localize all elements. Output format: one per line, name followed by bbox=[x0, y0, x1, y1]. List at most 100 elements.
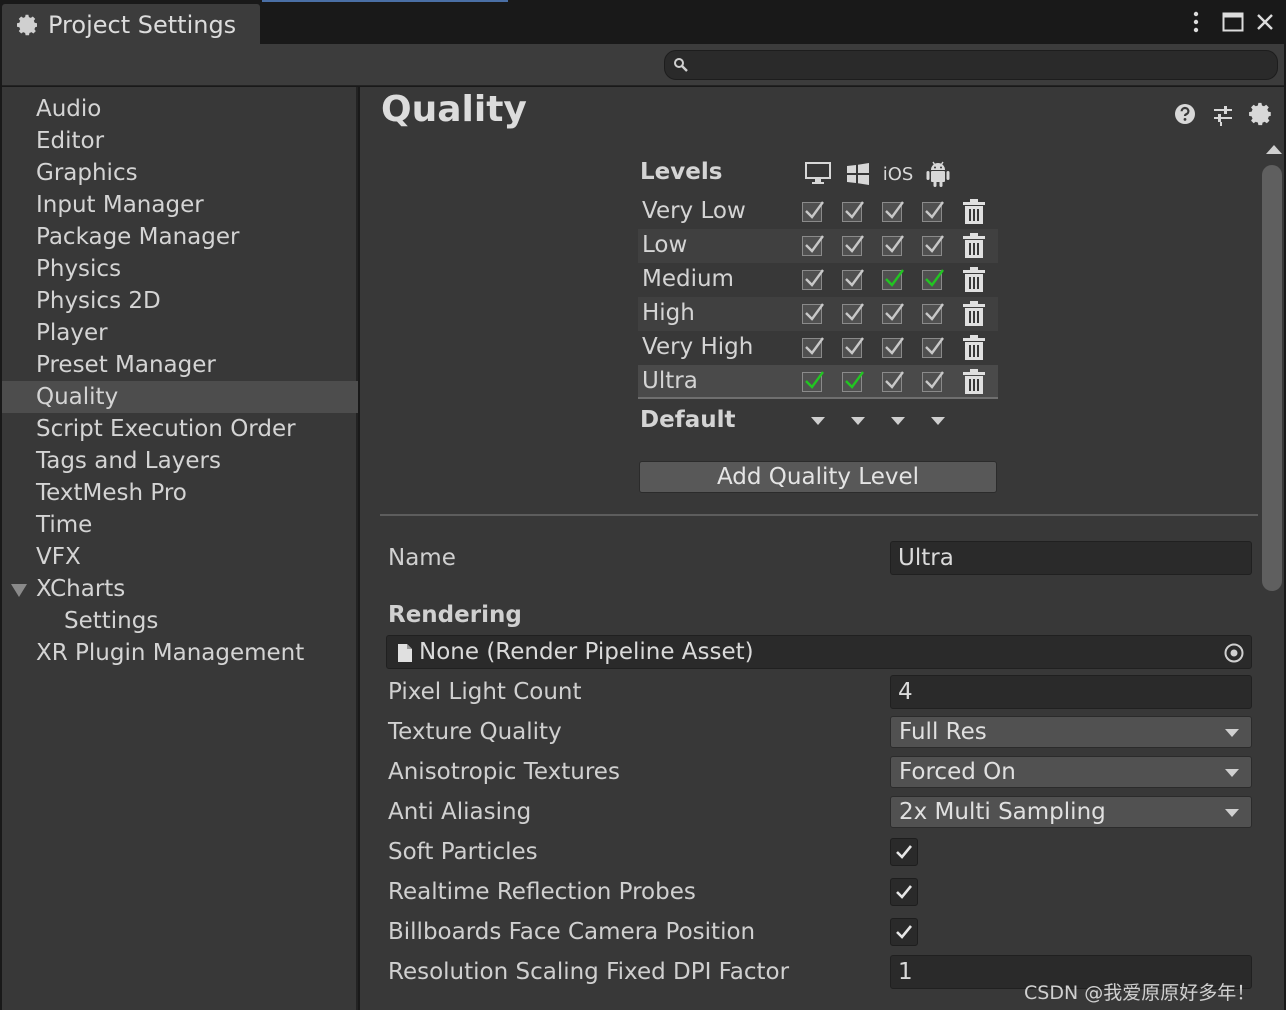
quality-level-row[interactable]: Medium bbox=[638, 263, 998, 297]
platform-level-checkbox[interactable] bbox=[802, 235, 824, 256]
sidebar-item-xr-plugin-management[interactable]: XR Plugin Management bbox=[2, 637, 358, 669]
platform-level-checkbox[interactable] bbox=[882, 235, 904, 256]
default-dropdown-windows[interactable] bbox=[851, 417, 865, 425]
platform-level-checkbox[interactable] bbox=[842, 337, 864, 358]
anti-aliasing-dropdown[interactable]: 2x Multi Sampling bbox=[890, 796, 1252, 828]
platform-level-checkbox[interactable] bbox=[882, 337, 904, 358]
close-icon[interactable] bbox=[1252, 8, 1278, 36]
maximize-icon[interactable] bbox=[1220, 8, 1246, 36]
trash-icon[interactable] bbox=[962, 301, 986, 327]
checkmark-icon bbox=[896, 885, 913, 899]
kebab-menu-icon[interactable] bbox=[1184, 8, 1208, 36]
sidebar-item-physics[interactable]: Physics bbox=[2, 253, 358, 285]
search-icon bbox=[674, 58, 688, 72]
checkmark-icon bbox=[925, 371, 944, 389]
scroll-up-arrow-icon[interactable] bbox=[1266, 145, 1282, 154]
quality-level-row[interactable]: Very Low bbox=[638, 195, 998, 229]
default-dropdown-ios[interactable] bbox=[891, 417, 905, 425]
sidebar-item-input-manager[interactable]: Input Manager bbox=[2, 189, 358, 221]
platform-level-checkbox[interactable] bbox=[802, 337, 824, 358]
sidebar-item-label: Script Execution Order bbox=[36, 416, 296, 442]
sidebar-item-vfx[interactable]: VFX bbox=[2, 541, 358, 573]
name-field[interactable]: Ultra bbox=[890, 541, 1252, 575]
platform-level-checkbox[interactable] bbox=[842, 371, 864, 392]
sidebar-item-package-manager[interactable]: Package Manager bbox=[2, 221, 358, 253]
trash-icon[interactable] bbox=[962, 369, 986, 395]
anti-aliasing-label: Anti Aliasing bbox=[388, 799, 532, 825]
preset-sliders-icon[interactable] bbox=[1210, 101, 1236, 127]
settings-gear-icon[interactable] bbox=[1248, 101, 1274, 127]
anisotropic-textures-dropdown[interactable]: Forced On bbox=[890, 756, 1252, 788]
default-dropdown-android[interactable] bbox=[931, 417, 945, 425]
platform-level-checkbox[interactable] bbox=[802, 371, 824, 392]
sidebar-item-xcharts[interactable]: XCharts bbox=[2, 573, 358, 605]
sidebar-item-audio[interactable]: Audio bbox=[2, 93, 358, 125]
sidebar-item-preset-manager[interactable]: Preset Manager bbox=[2, 349, 358, 381]
quality-level-row[interactable]: Low bbox=[638, 229, 998, 263]
trash-icon[interactable] bbox=[962, 335, 986, 361]
sidebar-item-label: Tags and Layers bbox=[36, 448, 221, 474]
search-input[interactable] bbox=[697, 53, 1267, 77]
object-picker-icon[interactable] bbox=[1223, 642, 1245, 664]
checkmark-icon bbox=[896, 925, 913, 939]
platform-level-checkbox[interactable] bbox=[922, 269, 944, 290]
sidebar-item-editor[interactable]: Editor bbox=[2, 125, 358, 157]
sidebar-item-textmesh-pro[interactable]: TextMesh Pro bbox=[2, 477, 358, 509]
sidebar-item-label: Physics bbox=[36, 256, 122, 282]
platform-level-checkbox[interactable] bbox=[882, 269, 904, 290]
pixel-light-count-field[interactable]: 4 bbox=[890, 675, 1252, 709]
sidebar-item-label: Player bbox=[36, 320, 108, 346]
sidebar-item-script-execution-order[interactable]: Script Execution Order bbox=[2, 413, 358, 445]
sidebar-item-quality[interactable]: Quality bbox=[2, 381, 358, 413]
scrollbar-thumb[interactable] bbox=[1262, 165, 1282, 591]
platform-level-checkbox[interactable] bbox=[842, 201, 864, 222]
platform-level-checkbox[interactable] bbox=[922, 303, 944, 324]
sidebar-item-graphics[interactable]: Graphics bbox=[2, 157, 358, 189]
platform-level-checkbox[interactable] bbox=[882, 371, 904, 392]
default-dropdown-desktop[interactable] bbox=[811, 417, 825, 425]
add-quality-level-button[interactable]: Add Quality Level bbox=[639, 461, 997, 493]
realtime-reflection-probes-checkbox[interactable] bbox=[890, 878, 918, 906]
texture-quality-dropdown[interactable]: Full Res bbox=[890, 716, 1252, 748]
platform-level-checkbox[interactable] bbox=[842, 303, 864, 324]
quality-level-row[interactable]: High bbox=[638, 297, 998, 331]
checkmark-icon bbox=[845, 269, 864, 287]
name-label: Name bbox=[388, 545, 456, 571]
soft-particles-checkbox[interactable] bbox=[890, 838, 918, 866]
sidebar-item-time[interactable]: Time bbox=[2, 509, 358, 541]
platform-level-checkbox[interactable] bbox=[922, 201, 944, 222]
search-box[interactable] bbox=[664, 50, 1278, 80]
sidebar-item-label: Quality bbox=[36, 384, 119, 410]
foldout-expanded-icon[interactable] bbox=[11, 584, 27, 597]
platform-level-checkbox[interactable] bbox=[882, 201, 904, 222]
document-icon bbox=[398, 644, 412, 662]
sidebar-item-label: Input Manager bbox=[36, 192, 204, 218]
platform-level-checkbox[interactable] bbox=[802, 269, 824, 290]
project-settings-tab[interactable]: Project Settings bbox=[2, 4, 260, 46]
trash-icon[interactable] bbox=[962, 267, 986, 293]
quality-settings-panel: Quality Levels iOS Very Low Low Medium High… bbox=[360, 87, 1284, 1010]
help-icon[interactable] bbox=[1172, 101, 1198, 127]
platform-level-checkbox[interactable] bbox=[842, 269, 864, 290]
sidebar-item-xcharts-settings[interactable]: Settings bbox=[2, 605, 358, 637]
quality-level-row[interactable]: Very High bbox=[638, 331, 998, 365]
trash-icon[interactable] bbox=[962, 199, 986, 225]
platform-level-checkbox[interactable] bbox=[802, 201, 824, 222]
sidebar-item-label: Preset Manager bbox=[36, 352, 216, 378]
trash-icon[interactable] bbox=[962, 233, 986, 259]
render-pipeline-asset-field[interactable]: None (Render Pipeline Asset) bbox=[386, 635, 1252, 669]
sidebar-item-label: VFX bbox=[36, 544, 81, 570]
platform-level-checkbox[interactable] bbox=[922, 235, 944, 256]
platform-level-checkbox[interactable] bbox=[922, 371, 944, 392]
gear-icon bbox=[17, 14, 37, 36]
platform-level-checkbox[interactable] bbox=[842, 235, 864, 256]
platform-level-checkbox[interactable] bbox=[882, 303, 904, 324]
platform-level-checkbox[interactable] bbox=[802, 303, 824, 324]
platform-level-checkbox[interactable] bbox=[922, 337, 944, 358]
sidebar-item-tags-and-layers[interactable]: Tags and Layers bbox=[2, 445, 358, 477]
quality-level-row[interactable]: Ultra bbox=[638, 365, 998, 399]
billboards-face-camera-checkbox[interactable] bbox=[890, 918, 918, 946]
sidebar-item-physics-2d[interactable]: Physics 2D bbox=[2, 285, 358, 317]
sidebar-item-player[interactable]: Player bbox=[2, 317, 358, 349]
tab-title: Project Settings bbox=[48, 11, 237, 39]
